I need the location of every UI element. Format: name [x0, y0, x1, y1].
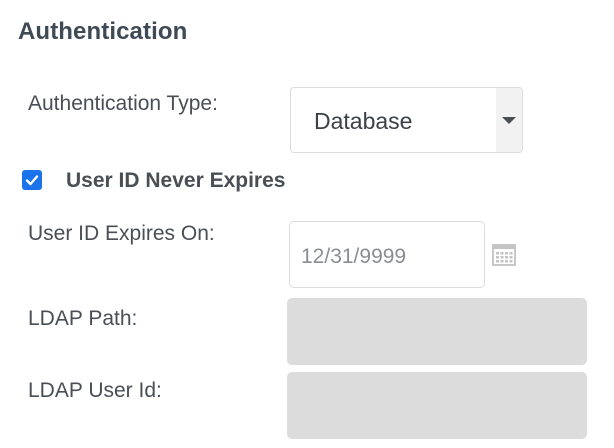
ldap-user-id-label: LDAP User Id:: [28, 379, 162, 402]
never-expires-checkbox[interactable]: [22, 170, 42, 190]
calendar-icon[interactable]: [492, 244, 516, 266]
ldap-path-label: LDAP Path:: [28, 307, 138, 330]
section-title: Authentication: [18, 18, 188, 45]
expires-on-date-field[interactable]: 12/31/9999: [289, 221, 485, 288]
ldap-path-field[interactable]: [287, 298, 587, 365]
authentication-type-select[interactable]: Database: [290, 87, 523, 153]
checkmark-icon: [25, 175, 39, 186]
chevron-down-icon: [502, 117, 516, 124]
dropdown-toggle[interactable]: [496, 88, 522, 152]
expires-on-label: User ID Expires On:: [28, 222, 215, 245]
authentication-panel: Authentication Authentication Type: Data…: [0, 0, 614, 448]
ldap-user-id-field[interactable]: [287, 372, 587, 439]
expires-on-value: 12/31/9999: [301, 245, 407, 268]
authentication-type-label: Authentication Type:: [28, 92, 218, 115]
never-expires-label[interactable]: User ID Never Expires: [66, 169, 285, 193]
authentication-type-value: Database: [314, 108, 413, 134]
